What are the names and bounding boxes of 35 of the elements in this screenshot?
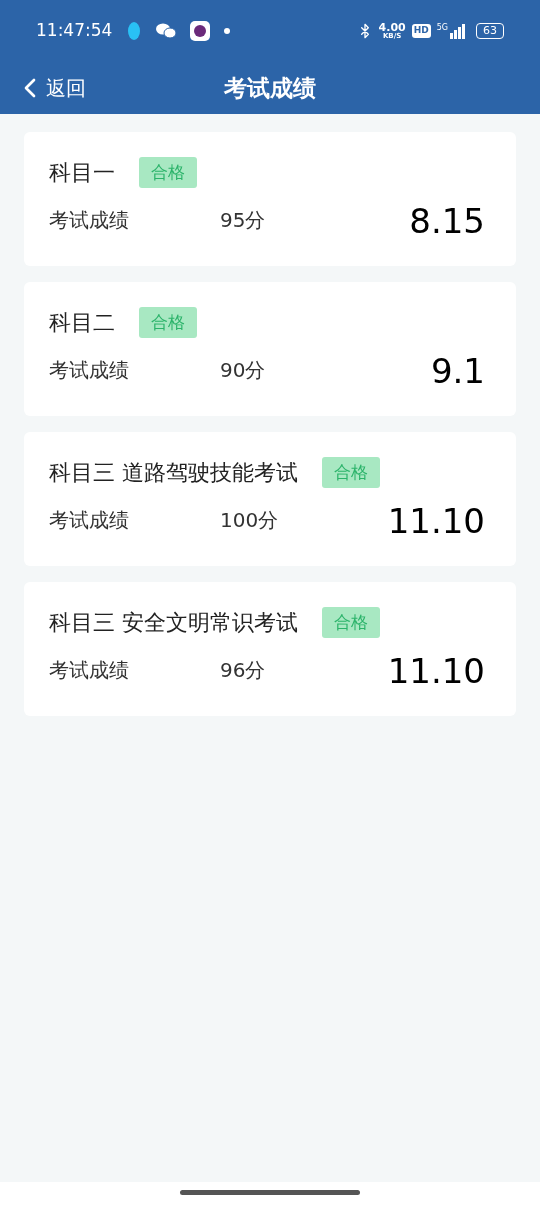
hd-indicator: HD bbox=[411, 24, 431, 38]
back-button[interactable]: 返回 bbox=[14, 72, 86, 104]
exam-date: 9.1 bbox=[430, 349, 485, 393]
exam-date: 11.10 bbox=[387, 649, 485, 693]
network-type: 5G bbox=[436, 22, 448, 34]
status-time: 11:47:54 bbox=[36, 19, 113, 43]
score-value: 100分 bbox=[220, 507, 279, 534]
score-value: 96分 bbox=[220, 657, 266, 684]
result-card[interactable]: 科目三 道路驾驶技能考试 合格 考试成绩 100分 11.10 bbox=[24, 432, 516, 566]
exam-date: 8.15 bbox=[409, 199, 485, 243]
result-card[interactable]: 科目三 安全文明常识考试 合格 考试成绩 96分 11.10 bbox=[24, 582, 516, 716]
result-card[interactable]: 科目二 合格 考试成绩 90分 9.1 bbox=[24, 282, 516, 416]
battery-indicator: 63 bbox=[476, 23, 504, 39]
exam-date: 11.10 bbox=[387, 499, 485, 543]
pass-badge: 合格 bbox=[139, 156, 197, 189]
pass-badge: 合格 bbox=[139, 306, 197, 339]
subject-title: 科目一 bbox=[49, 159, 115, 187]
score-label: 考试成绩 bbox=[49, 657, 130, 684]
score-value: 90分 bbox=[220, 357, 266, 384]
score-label: 考试成绩 bbox=[49, 357, 130, 384]
subject-title: 科目三 安全文明常识考试 bbox=[49, 609, 298, 637]
signal-icon bbox=[450, 23, 466, 39]
score-label: 考试成绩 bbox=[49, 507, 130, 534]
chat-bubbles-icon bbox=[156, 23, 177, 39]
pass-badge: 合格 bbox=[322, 606, 380, 639]
score-value: 95分 bbox=[220, 207, 266, 234]
pass-badge: 合格 bbox=[322, 456, 380, 489]
speed-value: 4.00 bbox=[378, 22, 406, 33]
dot-icon bbox=[224, 28, 231, 34]
subject-title: 科目三 道路驾驶技能考试 bbox=[49, 459, 298, 487]
result-card[interactable]: 科目一 合格 考试成绩 95分 8.15 bbox=[24, 132, 516, 266]
page-title: 考试成绩 bbox=[224, 73, 316, 103]
app-icon bbox=[190, 21, 211, 41]
subject-title: 科目二 bbox=[49, 309, 115, 337]
score-label: 考试成绩 bbox=[49, 207, 130, 234]
